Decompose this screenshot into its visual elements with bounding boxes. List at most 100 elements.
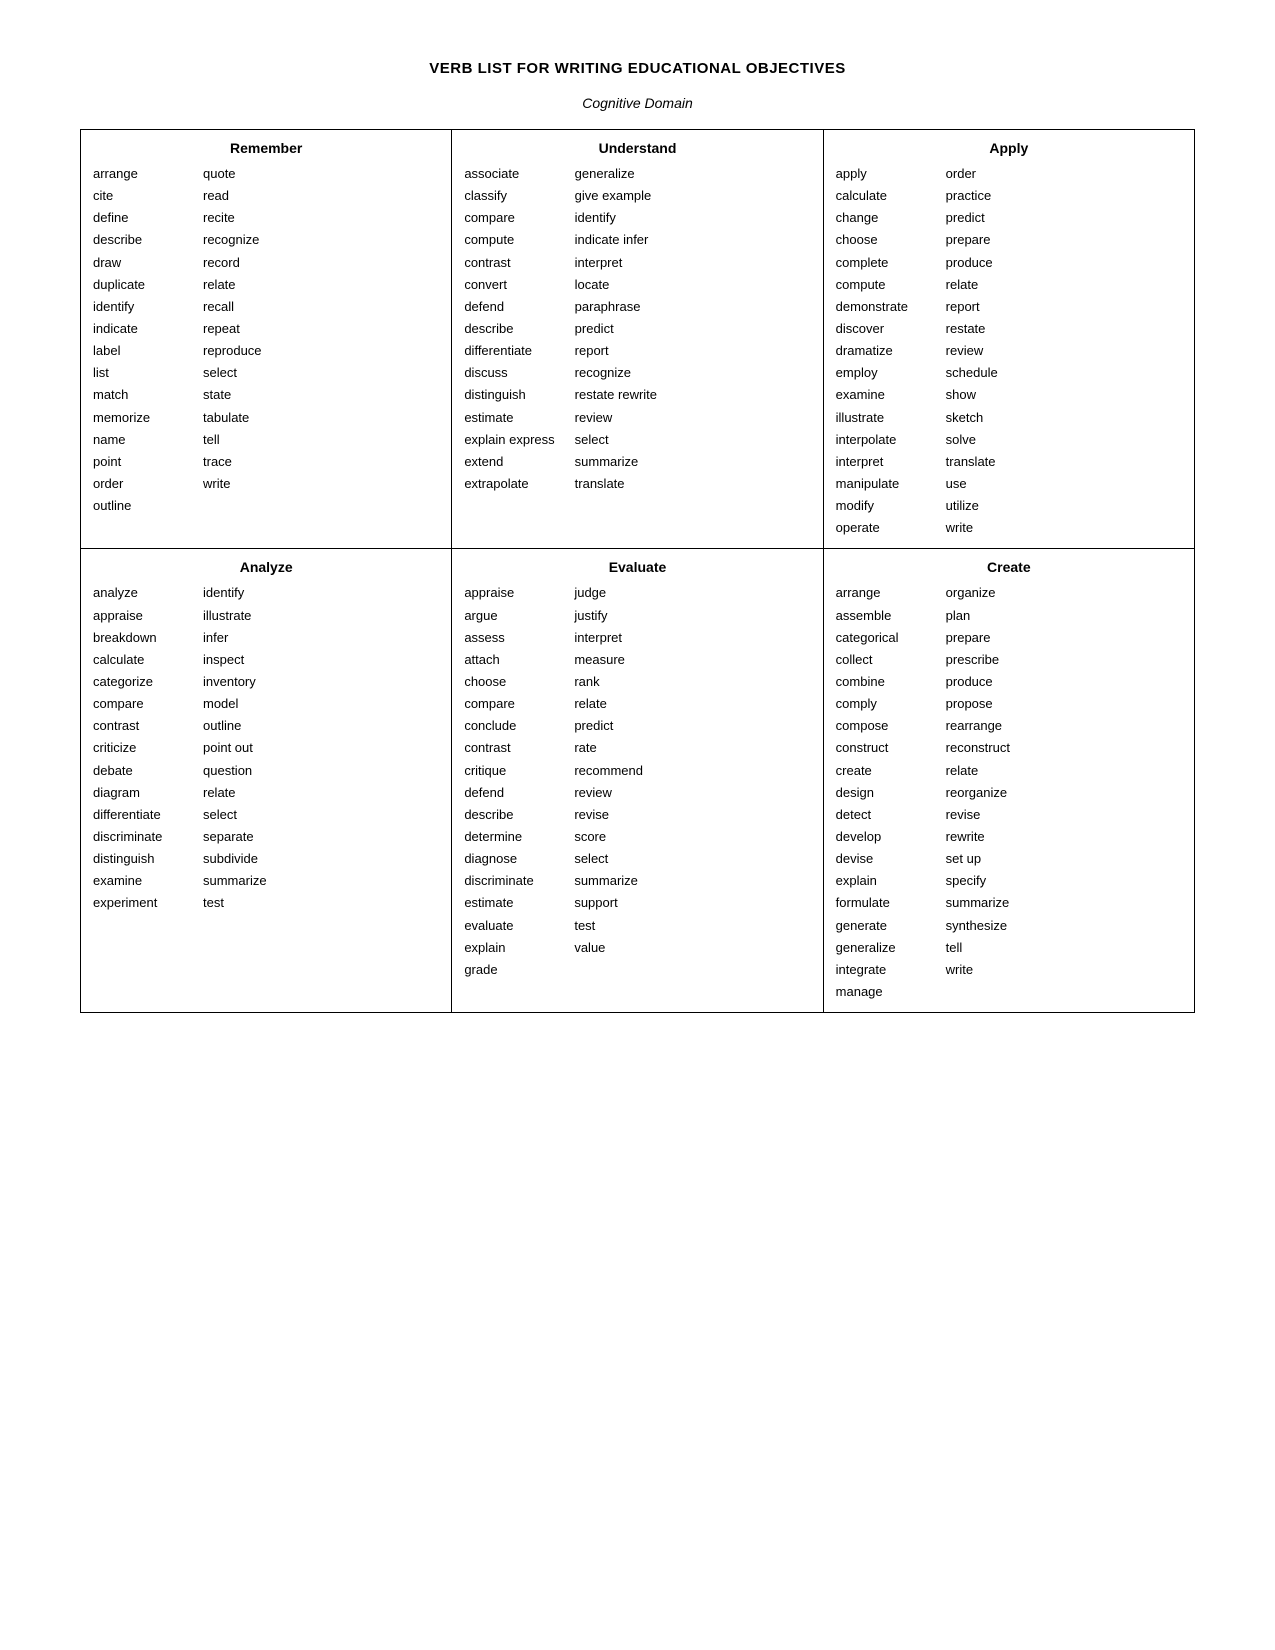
word-item: compose bbox=[836, 716, 926, 736]
word-item: write bbox=[203, 474, 293, 494]
word-item: paraphrase bbox=[575, 297, 665, 317]
words-col-0-1-0: associateclassifycomparecomputecontrastc… bbox=[464, 164, 554, 494]
word-item: compare bbox=[93, 694, 183, 714]
word-item: relate bbox=[574, 694, 664, 714]
word-item: demonstrate bbox=[836, 297, 926, 317]
word-item: tell bbox=[203, 430, 293, 450]
word-item: explain bbox=[464, 938, 554, 958]
word-item: recite bbox=[203, 208, 293, 228]
word-item: discuss bbox=[464, 363, 554, 383]
word-item: describe bbox=[93, 230, 183, 250]
word-item: report bbox=[575, 341, 665, 361]
word-item: relate bbox=[203, 783, 293, 803]
word-item: list bbox=[93, 363, 183, 383]
word-item: predict bbox=[575, 319, 665, 339]
word-item: appraise bbox=[464, 583, 554, 603]
word-item: label bbox=[93, 341, 183, 361]
word-item: convert bbox=[464, 275, 554, 295]
word-item: give example bbox=[575, 186, 665, 206]
word-item: grade bbox=[464, 960, 554, 980]
word-item: differentiate bbox=[464, 341, 554, 361]
word-item: summarize bbox=[946, 893, 1036, 913]
word-item: estimate bbox=[464, 893, 554, 913]
word-item: organize bbox=[946, 583, 1036, 603]
word-item: propose bbox=[946, 694, 1036, 714]
section-header-1-2: Create bbox=[836, 559, 1182, 583]
cell-1-1: Evaluateappraiseargueassessattachchoosec… bbox=[452, 549, 823, 1013]
word-item: evaluate bbox=[464, 916, 554, 936]
word-item: associate bbox=[464, 164, 554, 184]
word-item: trace bbox=[203, 452, 293, 472]
word-item: reconstruct bbox=[946, 738, 1036, 758]
word-item: describe bbox=[464, 805, 554, 825]
word-item: apply bbox=[836, 164, 926, 184]
word-item: generalize bbox=[575, 164, 665, 184]
section-header-0-2: Apply bbox=[836, 140, 1182, 164]
word-item: subdivide bbox=[203, 849, 293, 869]
word-item: plan bbox=[946, 606, 1036, 626]
section-header-0-0: Remember bbox=[93, 140, 439, 164]
word-item: read bbox=[203, 186, 293, 206]
word-item: prepare bbox=[946, 230, 1036, 250]
word-item: rewrite bbox=[946, 827, 1036, 847]
words-col-0-0-0: arrangecitedefinedescribedrawduplicateid… bbox=[93, 164, 183, 516]
word-item: categorize bbox=[93, 672, 183, 692]
word-item: interpret bbox=[836, 452, 926, 472]
word-item: manipulate bbox=[836, 474, 926, 494]
words-col-1-0-1: identifyillustrateinferinspectinventorym… bbox=[203, 583, 293, 913]
word-item: estimate bbox=[464, 408, 554, 428]
word-item: recognize bbox=[575, 363, 665, 383]
word-item: experiment bbox=[93, 893, 183, 913]
word-item: criticize bbox=[93, 738, 183, 758]
word-item: judge bbox=[574, 583, 664, 603]
word-item: rearrange bbox=[946, 716, 1036, 736]
word-item: review bbox=[946, 341, 1036, 361]
word-item: generate bbox=[836, 916, 926, 936]
word-item: breakdown bbox=[93, 628, 183, 648]
word-item: write bbox=[946, 960, 1036, 980]
word-item: point out bbox=[203, 738, 293, 758]
word-item: rate bbox=[574, 738, 664, 758]
word-item: interpret bbox=[574, 628, 664, 648]
word-item: illustrate bbox=[836, 408, 926, 428]
word-item: formulate bbox=[836, 893, 926, 913]
word-item: question bbox=[203, 761, 293, 781]
word-item: analyze bbox=[93, 583, 183, 603]
cell-0-1: Understandassociateclassifycomparecomput… bbox=[452, 130, 823, 549]
word-item: examine bbox=[93, 871, 183, 891]
word-item: justify bbox=[574, 606, 664, 626]
words-col-0-2-1: orderpracticepredictprepareproducerelate… bbox=[946, 164, 1036, 538]
word-item: duplicate bbox=[93, 275, 183, 295]
word-item: review bbox=[574, 783, 664, 803]
word-item: relate bbox=[203, 275, 293, 295]
word-item: tell bbox=[946, 938, 1036, 958]
word-item: extrapolate bbox=[464, 474, 554, 494]
word-item: separate bbox=[203, 827, 293, 847]
word-item: predict bbox=[946, 208, 1036, 228]
word-item: write bbox=[946, 518, 1036, 538]
word-item: dramatize bbox=[836, 341, 926, 361]
words-col-1-2-0: arrangeassemblecategoricalcollectcombine… bbox=[836, 583, 926, 1002]
main-table: Rememberarrangecitedefinedescribedrawdup… bbox=[80, 129, 1195, 1013]
word-item: compute bbox=[464, 230, 554, 250]
word-item: assess bbox=[464, 628, 554, 648]
section-header-1-1: Evaluate bbox=[464, 559, 810, 583]
word-item: discriminate bbox=[464, 871, 554, 891]
word-item: argue bbox=[464, 606, 554, 626]
word-item: review bbox=[575, 408, 665, 428]
word-item: integrate bbox=[836, 960, 926, 980]
word-item: measure bbox=[574, 650, 664, 670]
word-item: inspect bbox=[203, 650, 293, 670]
word-item: choose bbox=[464, 672, 554, 692]
word-item: utilize bbox=[946, 496, 1036, 516]
word-item: define bbox=[93, 208, 183, 228]
word-item: repeat bbox=[203, 319, 293, 339]
word-item: compare bbox=[464, 694, 554, 714]
word-item: select bbox=[203, 805, 293, 825]
word-item: revise bbox=[946, 805, 1036, 825]
word-item: select bbox=[203, 363, 293, 383]
word-item: identify bbox=[575, 208, 665, 228]
word-item: select bbox=[575, 430, 665, 450]
page-title: VERB LIST FOR WRITING EDUCATIONAL OBJECT… bbox=[429, 60, 845, 77]
word-item: rank bbox=[574, 672, 664, 692]
